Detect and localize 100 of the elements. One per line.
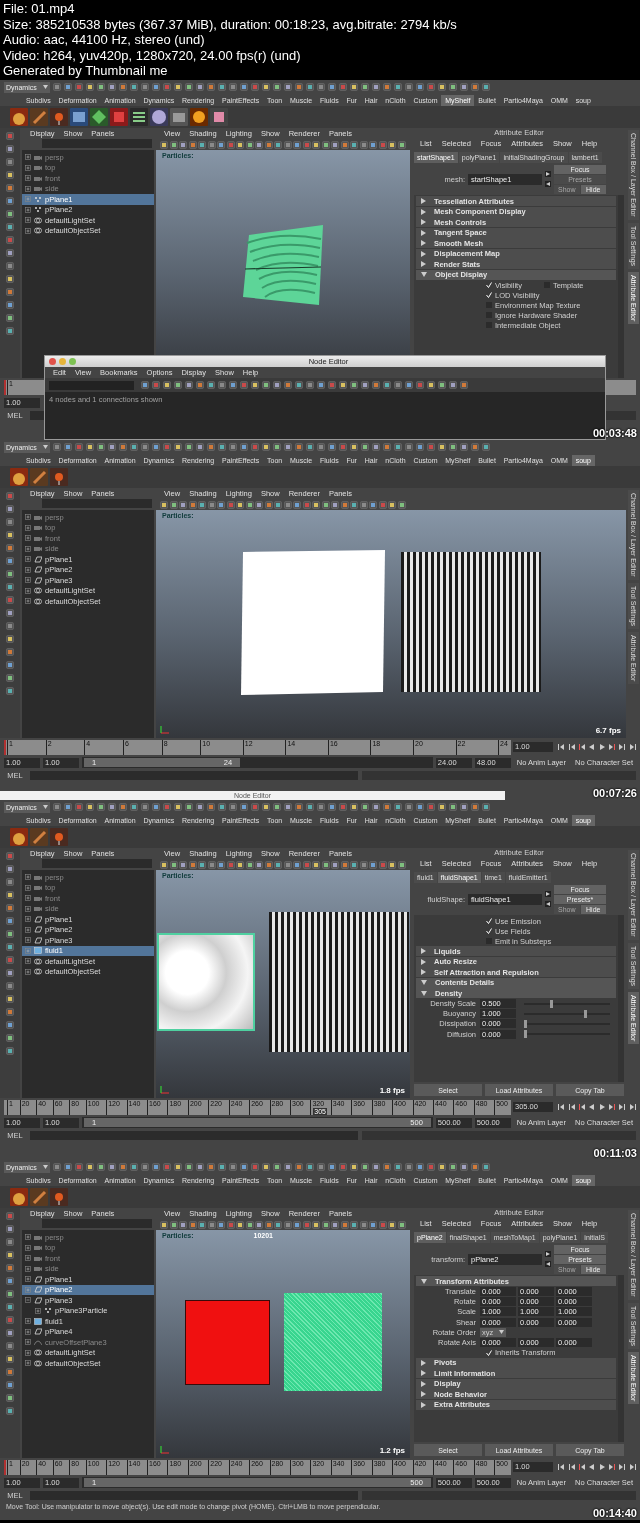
tool-icon[interactable] — [449, 443, 457, 451]
tool-icon[interactable] — [97, 83, 105, 91]
checkbox[interactable] — [486, 292, 492, 298]
expand-icon[interactable] — [25, 1328, 31, 1335]
tool-icon[interactable] — [6, 648, 14, 656]
tool-icon[interactable] — [6, 288, 14, 296]
tool-icon[interactable] — [383, 1163, 391, 1171]
tool-icon[interactable] — [383, 83, 391, 91]
tool-icon[interactable] — [449, 381, 457, 389]
tool-icon[interactable] — [312, 1220, 320, 1229]
tool-icon[interactable] — [160, 500, 168, 509]
tool-icon[interactable] — [130, 803, 138, 811]
tool-icon[interactable] — [339, 381, 347, 389]
tool-icon[interactable] — [141, 443, 149, 451]
go-to-end-icon[interactable] — [628, 743, 636, 751]
tool-icon[interactable] — [86, 443, 94, 451]
tool-icon[interactable] — [255, 140, 263, 149]
tool-icon[interactable] — [185, 443, 193, 451]
tool-icon[interactable] — [6, 1290, 14, 1298]
tool-icon[interactable] — [179, 140, 187, 149]
tool-icon[interactable] — [293, 860, 301, 869]
tool-icon[interactable] — [284, 83, 292, 91]
tool-icon[interactable] — [471, 83, 479, 91]
expand-icon[interactable] — [25, 1265, 31, 1272]
shelf-tool-icon[interactable] — [50, 828, 68, 846]
tool-icon[interactable] — [405, 803, 413, 811]
tool-icon[interactable] — [361, 381, 369, 389]
tool-icon[interactable] — [331, 500, 339, 509]
tool-icon[interactable] — [321, 500, 330, 509]
tool-icon[interactable] — [217, 140, 225, 149]
tool-icon[interactable] — [152, 803, 160, 811]
tool-icon[interactable] — [416, 803, 424, 811]
tool-icon[interactable] — [6, 327, 14, 335]
tool-icon[interactable] — [188, 140, 197, 149]
tool-icon[interactable] — [283, 500, 292, 509]
tool-icon[interactable] — [86, 1163, 94, 1171]
shelf-tool-icon[interactable] — [30, 108, 48, 126]
tool-icon[interactable] — [185, 83, 193, 91]
expand-icon[interactable] — [25, 1360, 31, 1367]
input-field[interactable] — [42, 499, 152, 508]
tool-icon[interactable] — [6, 583, 14, 591]
tool-icon[interactable] — [6, 1368, 14, 1376]
tool-icon[interactable] — [405, 381, 413, 389]
tool-icon[interactable] — [383, 443, 391, 451]
step-forward-icon[interactable] — [618, 1103, 626, 1111]
tool-icon[interactable] — [174, 381, 182, 389]
tool-icon[interactable] — [198, 140, 206, 149]
tool-icon[interactable] — [6, 904, 14, 912]
command-field[interactable] — [30, 771, 359, 780]
tool-icon[interactable] — [295, 83, 303, 91]
tool-icon[interactable] — [179, 1220, 187, 1229]
tool-icon[interactable] — [207, 83, 215, 91]
tool-icon[interactable] — [174, 443, 182, 451]
tool-icon[interactable] — [169, 500, 178, 509]
expand-icon[interactable] — [25, 874, 31, 881]
tool-icon[interactable] — [196, 83, 204, 91]
tool-icon[interactable] — [264, 1220, 273, 1229]
tool-icon[interactable] — [179, 500, 187, 509]
tool-icon[interactable] — [350, 443, 358, 451]
expand-icon[interactable] — [25, 217, 31, 224]
tool-icon[interactable] — [388, 1220, 396, 1229]
play-backward-icon[interactable] — [588, 1103, 596, 1111]
tool-icon[interactable] — [274, 860, 282, 869]
tool-icon[interactable] — [188, 1220, 197, 1229]
tool-icon[interactable] — [262, 83, 270, 91]
play-backward-icon[interactable] — [588, 1463, 596, 1471]
expand-icon[interactable] — [25, 905, 31, 912]
tool-icon[interactable] — [405, 1163, 413, 1171]
step-forward-key-icon[interactable] — [608, 743, 616, 751]
tool-icon[interactable] — [438, 803, 446, 811]
tool-icon[interactable] — [350, 381, 358, 389]
step-back-key-icon[interactable] — [578, 743, 586, 751]
tool-icon[interactable] — [331, 860, 339, 869]
tool-icon[interactable] — [274, 1220, 282, 1229]
tool-icon[interactable] — [6, 249, 14, 257]
tool-icon[interactable] — [160, 140, 168, 149]
tool-icon[interactable] — [449, 83, 457, 91]
tool-icon[interactable] — [350, 140, 358, 149]
expand-icon[interactable] — [25, 1349, 31, 1356]
tool-icon[interactable] — [163, 381, 171, 389]
tool-icon[interactable] — [6, 969, 14, 977]
tool-icon[interactable] — [174, 83, 182, 91]
tool-icon[interactable] — [196, 381, 204, 389]
tool-icon[interactable] — [482, 83, 490, 91]
tool-icon[interactable] — [394, 803, 402, 811]
expand-icon[interactable] — [25, 175, 31, 182]
tool-icon[interactable] — [321, 140, 330, 149]
play-icon[interactable] — [598, 1463, 606, 1471]
tool-icon[interactable] — [6, 687, 14, 695]
shelf-tool-icon[interactable] — [50, 468, 68, 486]
tool-icon[interactable] — [108, 83, 116, 91]
expand-icon[interactable] — [25, 164, 31, 171]
tool-icon[interactable] — [312, 140, 320, 149]
shelf-tool-icon[interactable] — [70, 108, 88, 126]
tool-icon[interactable] — [207, 443, 215, 451]
tool-icon[interactable] — [471, 443, 479, 451]
tool-icon[interactable] — [6, 635, 14, 643]
tool-icon[interactable] — [340, 860, 349, 869]
tool-icon[interactable] — [198, 1220, 206, 1229]
step-back-icon[interactable] — [568, 743, 576, 751]
